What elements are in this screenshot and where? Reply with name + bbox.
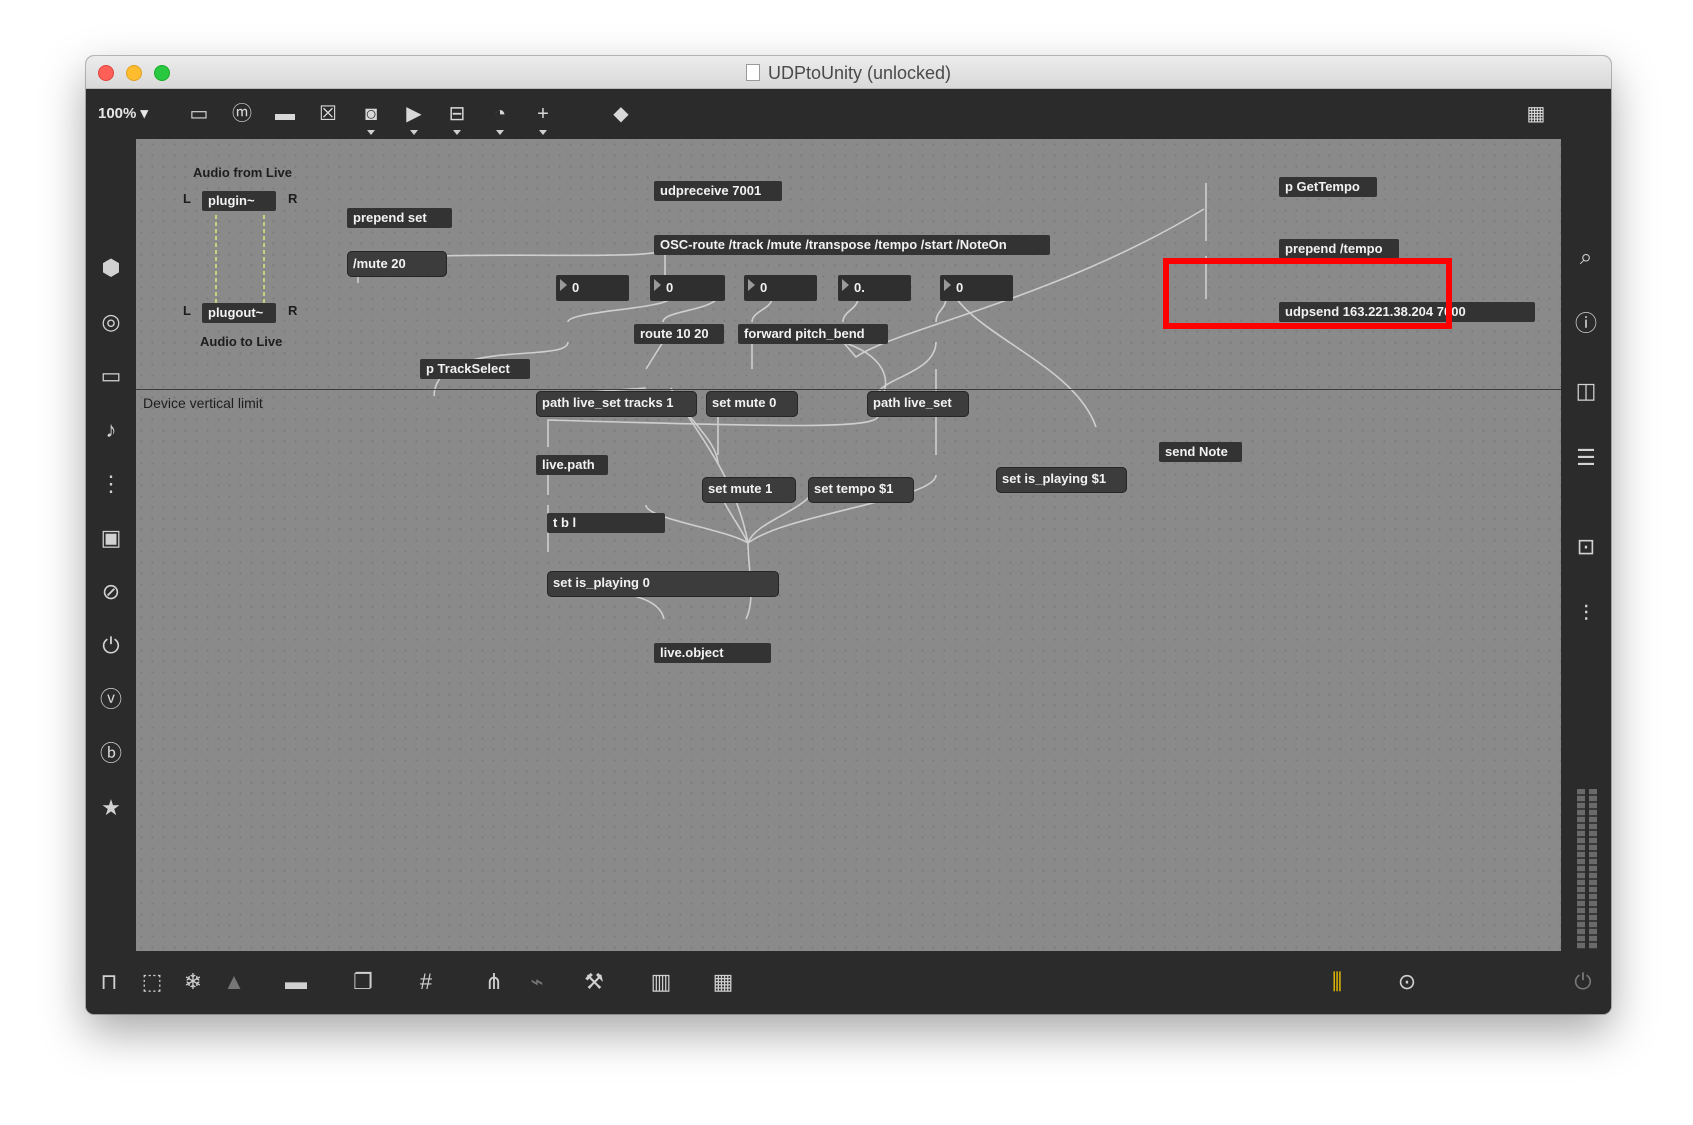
keyboard-icon[interactable]: ▦ <box>708 967 738 997</box>
hierarchy-icon[interactable]: ⋔ <box>479 967 509 997</box>
plugout-object[interactable]: plugout~ <box>202 303 276 323</box>
image-icon[interactable]: ▣ <box>96 523 126 553</box>
transport-icon[interactable]: ⊙ <box>1392 967 1422 997</box>
warning-icon[interactable]: ▲ <box>219 967 249 997</box>
live-object-object[interactable]: live.object <box>654 643 771 663</box>
target-icon[interactable]: ◎ <box>96 307 126 337</box>
comment-icon[interactable]: ▬ <box>281 967 311 997</box>
bottom-toolbar: ⊓ ⬚ ❄ ▲ ▬ ❐ # ⋔ ⌁ ⚒ ▥ ▦ ⫼ ⊙ ⏻ <box>86 951 1611 1014</box>
toggle-icon[interactable]: ☒ <box>315 101 341 127</box>
forward-pitch-bend-object[interactable]: forward pitch_bend <box>738 324 888 344</box>
get-tempo-subpatch[interactable]: p GetTempo <box>1279 177 1377 197</box>
udpsend-highlight-box <box>1163 258 1452 329</box>
level-meter-left <box>1577 789 1585 949</box>
audio-to-live-label: Audio to Live <box>200 334 283 349</box>
list-icon[interactable]: ☰ <box>1571 443 1601 473</box>
prepend-set-object[interactable]: prepend set <box>347 208 452 228</box>
add-icon[interactable]: + <box>530 101 556 135</box>
osc-route-object[interactable]: OSC-route /track /mute /transpose /tempo… <box>654 235 1050 255</box>
trigger-object[interactable]: t b l <box>547 513 665 533</box>
set-is-playing-0-message[interactable]: set is_playing 0 <box>547 571 779 597</box>
set-mute-1-message[interactable]: set mute 1 <box>702 477 796 503</box>
button-icon[interactable]: ◙ <box>358 101 384 135</box>
piano-icon[interactable]: ▥ <box>646 967 676 997</box>
send-note-object[interactable]: send Note <box>1159 442 1242 462</box>
paint-bucket-icon[interactable]: ◆ <box>608 101 634 127</box>
sequence-icon[interactable]: ⋮ <box>96 469 126 499</box>
number-box-mute[interactable]: 0 <box>650 275 725 301</box>
audio-from-live-label: Audio from Live <box>193 165 292 180</box>
b-badge-icon[interactable]: ⓑ <box>96 739 126 769</box>
grid-icon[interactable]: ▦ <box>1523 101 1549 127</box>
patcher-window: UDPtoUnity (unlocked) 100% ▾ ▭ ⓜ ▬ ☒ ◙ ▶… <box>86 56 1611 1014</box>
meter-icon[interactable]: ⫼ <box>1322 967 1352 997</box>
lock-icon[interactable]: ⊓ <box>94 967 124 997</box>
number-box-start[interactable]: 0 <box>940 275 1013 301</box>
power-icon[interactable]: ⏻ <box>1568 967 1598 997</box>
number-box-tempo[interactable]: 0. <box>838 275 911 301</box>
set-is-playing-arg-message[interactable]: set is_playing $1 <box>996 467 1127 493</box>
snapshot-icon[interactable]: ⊡ <box>1571 532 1601 562</box>
stack-icon[interactable]: ❐ <box>348 967 378 997</box>
cube-icon[interactable]: ⬢ <box>96 253 126 283</box>
columns-icon[interactable]: ◫ <box>1571 376 1601 406</box>
window-title-wrap: UDPtoUnity (unlocked) <box>86 63 1611 84</box>
mute-20-message[interactable]: /mute 20 <box>347 251 447 277</box>
live-path-object[interactable]: live.path <box>536 455 608 475</box>
new-object-icon[interactable]: ▭ <box>186 101 212 127</box>
dial-icon[interactable]: ◔ <box>487 101 513 135</box>
grid-icon[interactable]: # <box>411 967 441 997</box>
left-sidebar: ⬢ ◎ ▭ ♪ ⋮ ▣ ⊘ ⏻ ⓥ ⓑ ★ <box>86 139 136 951</box>
device-icon[interactable]: ▭ <box>96 361 126 391</box>
plug-icon[interactable]: ⏻ <box>96 631 126 661</box>
level-meter-right <box>1589 789 1597 949</box>
freeze-icon[interactable]: ❄ <box>178 967 208 997</box>
zoom-level: 100% <box>98 105 137 122</box>
plugin-object[interactable]: plugin~ <box>202 191 276 211</box>
title-bar: UDPtoUnity (unlocked) <box>86 56 1611 89</box>
slider-icon[interactable]: ⊟ <box>444 101 470 135</box>
device-vertical-limit-line <box>136 389 1561 390</box>
info-icon[interactable]: ⓘ <box>1571 309 1601 339</box>
music-note-icon[interactable]: ♪ <box>96 415 126 445</box>
presentation-icon[interactable]: ⬚ <box>137 967 167 997</box>
window-title: UDPtoUnity (unlocked) <box>767 63 952 83</box>
path-live-set-tracks-message[interactable]: path live_set tracks 1 <box>536 391 697 417</box>
paperclip-icon[interactable]: ⊘ <box>96 577 126 607</box>
star-icon[interactable]: ★ <box>96 793 126 823</box>
path-live-set-message[interactable]: path live_set <box>867 391 969 417</box>
left-channel-label-in: L <box>183 191 191 206</box>
set-mute-0-message[interactable]: set mute 0 <box>706 391 798 417</box>
number-box-transpose[interactable]: 0 <box>744 275 817 301</box>
message-icon[interactable]: ⓜ <box>229 101 255 127</box>
wrench-icon[interactable]: ⚒ <box>579 967 609 997</box>
search-icon[interactable]: ⌕ <box>1571 242 1601 272</box>
right-sidebar: ⌕ ⓘ ◫ ☰ ⊡ ⫶ <box>1561 139 1611 951</box>
comment-icon[interactable]: ▬ <box>272 101 298 127</box>
mixer-icon[interactable]: ⫶ <box>1571 599 1601 629</box>
track-select-subpatch[interactable]: p TrackSelect <box>420 359 530 379</box>
left-channel-label-out: L <box>183 303 191 318</box>
top-toolbar: 100% ▾ ▭ ⓜ ▬ ☒ ◙ ▶ ⊟ ◔ + ◆ ▦ <box>86 89 1611 139</box>
device-vertical-limit-label: Device vertical limit <box>143 395 263 411</box>
document-icon <box>745 64 760 81</box>
udpreceive-object[interactable]: udpreceive 7001 <box>654 181 782 201</box>
v-badge-icon[interactable]: ⓥ <box>96 685 126 715</box>
set-tempo-message[interactable]: set tempo $1 <box>808 477 914 503</box>
right-channel-label-out: R <box>288 303 298 318</box>
route-object[interactable]: route 10 20 <box>634 324 724 344</box>
number-box-track[interactable]: 0 <box>556 275 629 301</box>
right-channel-label-in: R <box>288 191 298 206</box>
prepend-tempo-object[interactable]: prepend /tempo <box>1279 239 1399 259</box>
link-icon[interactable]: ⌁ <box>522 967 552 997</box>
zoom-menu[interactable]: 100% ▾ <box>98 104 148 122</box>
playbar-icon[interactable]: ▶ <box>401 101 427 135</box>
